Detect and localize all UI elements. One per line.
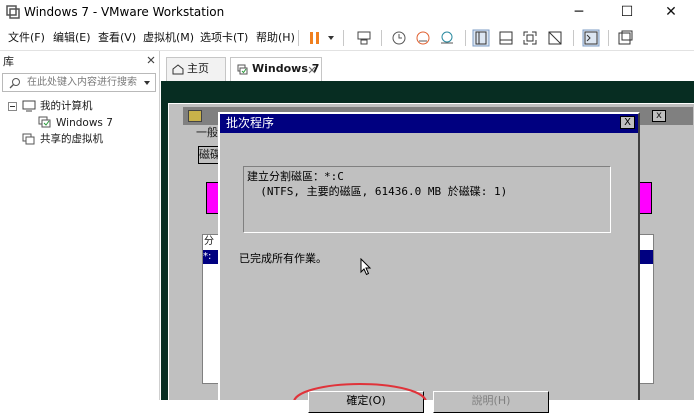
background-close-button[interactable]: x <box>652 110 666 122</box>
tab-home[interactable]: 主页 <box>166 57 226 81</box>
tree-item-shared[interactable]: 共享的虚拟机 <box>40 132 103 146</box>
search-input[interactable]: 在此处键入内容进行搜索 <box>2 73 156 92</box>
vmware-icon <box>6 5 20 19</box>
chevron-down-icon[interactable] <box>143 80 151 86</box>
log-line-2: (NTFS, 主要的磁區, 61436.0 MB 於磁碟: 1) <box>247 185 508 198</box>
menu-edit[interactable]: 编辑(E) <box>53 30 91 46</box>
menu-file[interactable]: 文件(F) <box>8 30 45 46</box>
toolbar-separator <box>608 30 609 46</box>
toolbar-separator <box>343 30 344 46</box>
unity-icon[interactable] <box>546 29 564 47</box>
snapshot-icon[interactable] <box>390 29 408 47</box>
chevron-down-icon[interactable] <box>327 35 335 41</box>
revert-snapshot-icon[interactable] <box>414 29 432 47</box>
menu-view[interactable]: 查看(V) <box>98 30 136 46</box>
dialog-titlebar <box>220 114 638 133</box>
background-tab-disk: 磁碟 <box>198 146 220 164</box>
stretch-view-icon[interactable] <box>616 29 634 47</box>
background-tab-general: 一般 <box>196 126 218 139</box>
tree-item-vm[interactable]: Windows 7 <box>56 116 113 130</box>
status-text: 已完成所有作業。 <box>239 252 327 265</box>
shared-vm-icon <box>22 133 35 145</box>
tree-item-my-computer[interactable]: 我的计算机 <box>40 99 93 113</box>
library-title: 库 <box>3 55 14 68</box>
search-icon <box>9 78 20 89</box>
close-button[interactable]: ✕ <box>648 0 694 26</box>
background-list-header: 分 <box>204 236 214 247</box>
menu-tabs[interactable]: 选项卡(T) <box>200 30 248 46</box>
highlight-circle <box>293 383 427 400</box>
close-icon[interactable] <box>146 55 156 65</box>
vm-icon <box>38 116 51 128</box>
vm-tab-icon <box>237 64 248 75</box>
tab-home-label: 主页 <box>187 62 209 75</box>
tab-windows7[interactable]: Windows 7 <box>230 57 322 81</box>
mouse-cursor-icon <box>360 258 372 276</box>
toolbar-separator <box>298 30 299 46</box>
partition-app-icon <box>188 110 202 122</box>
menu-help[interactable]: 帮助(H) <box>256 30 295 46</box>
computer-icon <box>22 100 36 112</box>
toolbar-separator <box>381 30 382 46</box>
show-library-icon[interactable] <box>472 29 490 47</box>
thumbnail-bar-icon[interactable] <box>497 29 515 47</box>
search-placeholder: 在此处键入内容进行搜索 <box>27 77 137 88</box>
collapse-icon[interactable] <box>8 102 17 111</box>
send-keys-icon[interactable] <box>355 29 373 47</box>
toolbar-separator <box>465 30 466 46</box>
menu-vm[interactable]: 虚拟机(M) <box>143 30 194 46</box>
close-tab-icon[interactable] <box>308 66 316 74</box>
home-icon <box>172 64 184 75</box>
dialog-title: 批次程序 <box>226 116 275 130</box>
fullscreen-icon[interactable] <box>521 29 539 47</box>
maximize-button[interactable]: ☐ <box>604 0 650 26</box>
dialog-close-button[interactable]: X <box>620 116 635 129</box>
pause-icon[interactable] <box>306 29 324 47</box>
console-view-icon[interactable] <box>582 29 600 47</box>
minimize-button[interactable]: ─ <box>556 0 602 26</box>
help-button[interactable]: 說明(H) <box>433 391 549 413</box>
snapshot-manager-icon[interactable] <box>438 29 456 47</box>
toolbar-separator <box>573 30 574 46</box>
log-line-1: 建立分割磁區：*:C <box>247 170 344 183</box>
window-title: Windows 7 - VMware Workstation <box>24 5 225 19</box>
